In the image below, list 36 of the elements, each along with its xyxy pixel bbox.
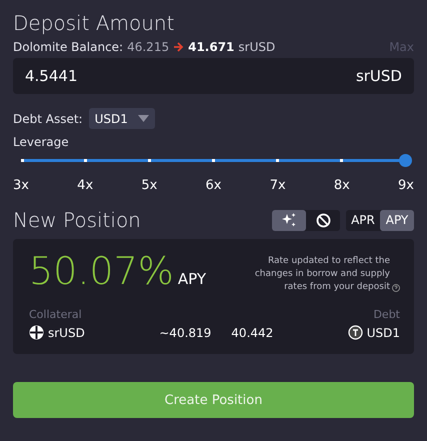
deposit-title: Deposit Amount [13,10,176,37]
leverage-tick-label: 4x [77,178,94,193]
collateral-amount: ~40.819 [159,326,212,340]
leverage-tick-label: 6x [206,178,222,193]
rate-toggle[interactable]: APR [346,210,380,230]
debt-asset-label: Debt Asset: [13,112,83,126]
rate-unit: APY [178,270,206,288]
collateral-asset: srUSD [48,326,85,340]
leverage-tick-label: 3x [13,178,29,193]
collateral-label: Collateral [29,308,82,321]
balance-label: Dolomite Balance: [13,40,124,54]
rate-value: 50.07% [29,249,174,293]
amount-field[interactable]: 4.5441 srUSD [13,58,414,94]
leverage-tick-label: 7x [270,178,286,193]
prohibited-icon [316,212,330,228]
sparkle-icon [281,212,297,228]
balance-to: 41.671 [188,40,234,54]
leverage-tick-label: 5x [141,178,158,193]
debt-label: Debt [373,308,400,321]
rate-note: Rate updated to reflect the changes in borrow and supply rates from your deposit [254,255,390,294]
balance-unit: srUSD [238,40,276,54]
leverage-label: Leverage [13,135,70,149]
token-icon [348,325,363,340]
caret-icon [138,115,149,122]
debt-amount: 40.442 [231,326,274,340]
help-icon[interactable] [392,284,400,292]
rate-toggle[interactable]: APY [380,210,414,230]
leverage-tick-label: 9x [398,178,414,193]
balance-from: 46.215 [127,40,170,54]
debt-asset-dropdown[interactable]: USD1 [88,108,155,129]
sparkle-toggle[interactable] [272,210,306,230]
position-title: New Position [13,207,142,234]
token-icon [29,325,44,340]
arrow-right-icon [173,42,184,52]
debt-asset: USD1 [366,326,400,340]
leverage-tick-label: 8x [334,178,350,193]
